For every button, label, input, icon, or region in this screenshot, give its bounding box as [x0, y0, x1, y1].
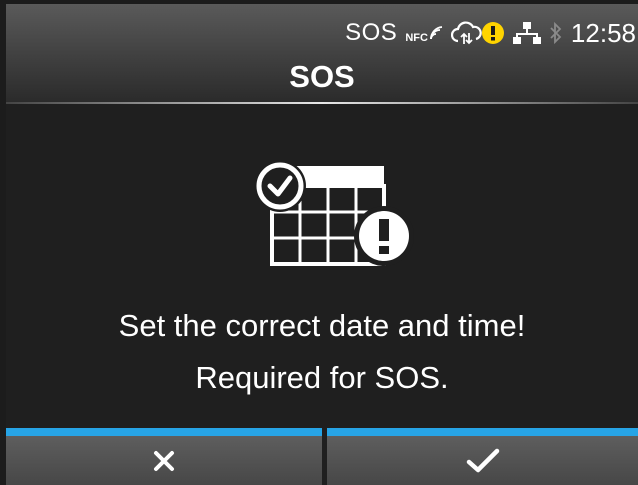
- network-icon: [512, 20, 541, 46]
- check-icon: [466, 448, 499, 472]
- page-title: SOS: [289, 59, 355, 94]
- message-line-1: Set the correct date and time!: [118, 308, 526, 343]
- sos-status-label: SOS: [345, 19, 398, 46]
- bluetooth-icon: [549, 21, 563, 45]
- cancel-button[interactable]: [6, 428, 322, 485]
- cloud-sync-icon: [450, 20, 483, 46]
- status-bar: SOS NFC 12:58: [345, 16, 636, 50]
- title-divider: [6, 102, 638, 104]
- warning-icon: [481, 21, 505, 45]
- close-icon: [154, 450, 174, 471]
- printer-screen: SOS NFC 12:58 SOS Set the correct date a…: [6, 4, 638, 485]
- nfc-icon: NFC: [405, 25, 443, 44]
- footer-buttons: [6, 428, 638, 485]
- calendar-clock-warning-icon: [254, 160, 414, 266]
- clock: 12:58: [570, 17, 636, 48]
- message-line-2: Required for SOS.: [195, 360, 449, 395]
- confirm-button[interactable]: [327, 428, 638, 485]
- header: SOS NFC 12:58 SOS: [6, 4, 638, 104]
